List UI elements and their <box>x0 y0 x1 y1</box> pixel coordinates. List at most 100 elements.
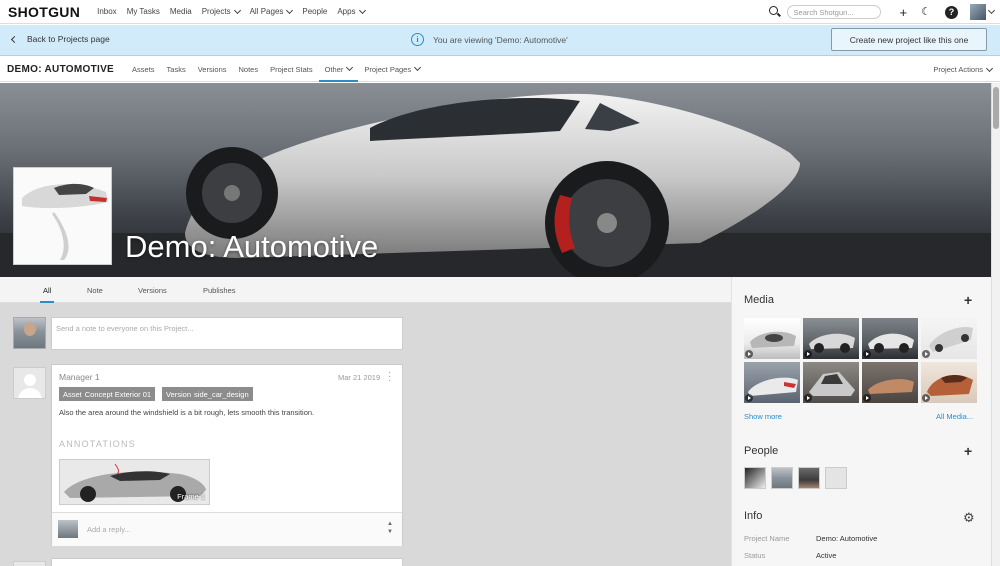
thumbnail-image <box>14 168 111 264</box>
moon-icon[interactable]: ☾ <box>921 6 931 18</box>
media-thumbnail[interactable] <box>921 318 977 359</box>
reply-resize-icon[interactable]: ▲ ▼ <box>387 520 393 536</box>
project-actions-label: Project Actions <box>933 65 983 74</box>
viewing-info-bar: Back to Projects page i You are viewing … <box>0 25 1000 56</box>
chevron-down-icon <box>414 63 422 72</box>
tag-version-prefix: Version <box>166 389 192 399</box>
play-icon[interactable] <box>745 350 753 358</box>
entity-tag-asset[interactable]: Asset Concept Exterior 01 <box>59 387 156 401</box>
current-user-avatar <box>13 317 46 349</box>
project-actions-menu[interactable]: Project Actions <box>933 57 994 82</box>
back-to-projects-link[interactable]: Back to Projects page <box>10 34 110 44</box>
media-thumbnail[interactable] <box>862 318 918 359</box>
reply-row: Add a reply... ▲ ▼ <box>52 512 402 546</box>
media-thumbnail[interactable] <box>803 362 859 403</box>
project-title: Demo: Automotive <box>125 229 379 264</box>
feed-tab-versions[interactable]: Versions <box>138 286 167 295</box>
tag-asset-prefix: Asset <box>63 389 82 399</box>
chevron-down-icon <box>233 6 241 14</box>
media-thumbnail[interactable] <box>921 362 977 403</box>
search-icon[interactable] <box>768 6 781 18</box>
reply-avatar <box>58 520 78 538</box>
info-label-status: Status <box>744 551 766 560</box>
tab-assets[interactable]: Assets <box>132 57 155 82</box>
project-nav: DEMO: AUTOMOTIVE Assets Tasks Versions N… <box>0 57 1000 82</box>
add-person-icon[interactable]: + <box>964 444 972 458</box>
next-note-avatar <box>13 561 46 566</box>
nav-media[interactable]: Media <box>170 7 192 16</box>
media-thumbnail[interactable] <box>744 362 800 403</box>
top-right-tools: Search Shotgun... + ☾ ? <box>768 3 996 21</box>
nav-projects-label: Projects <box>201 7 231 16</box>
nav-inbox[interactable]: Inbox <box>97 7 117 16</box>
all-media-link[interactable]: All Media... <box>936 412 973 421</box>
nav-all-pages[interactable]: All Pages <box>249 6 294 16</box>
tab-project-pages[interactable]: Project Pages <box>364 57 422 82</box>
tab-tasks[interactable]: Tasks <box>167 57 186 82</box>
chevron-down-icon <box>985 64 994 72</box>
more-options-icon[interactable]: · · · <box>388 368 394 386</box>
note-body: Also the area around the windshield is a… <box>59 408 315 417</box>
media-thumbnail[interactable] <box>803 318 859 359</box>
show-more-link[interactable]: Show more <box>744 412 782 421</box>
nav-people[interactable]: People <box>302 7 327 16</box>
tab-other-label: Other <box>324 64 344 74</box>
nav-apps-label: Apps <box>337 7 356 16</box>
tag-asset-value: Concept Exterior 01 <box>84 389 152 399</box>
play-icon[interactable] <box>804 350 812 358</box>
media-thumbnail[interactable] <box>862 362 918 403</box>
play-icon[interactable] <box>863 350 871 358</box>
play-icon[interactable] <box>863 394 871 402</box>
gear-icon[interactable]: ⚙ <box>963 510 975 526</box>
annotation-thumbnail[interactable]: Frame 1 <box>59 459 210 505</box>
person-avatar[interactable] <box>771 467 793 489</box>
project-thumbnail[interactable] <box>13 167 112 265</box>
people-heading: People <box>744 445 779 457</box>
chevron-down-icon <box>346 63 354 72</box>
tab-versions[interactable]: Versions <box>198 57 227 82</box>
tab-other[interactable]: Other <box>318 57 359 82</box>
play-icon[interactable] <box>745 394 753 402</box>
add-media-icon[interactable]: + <box>964 293 972 307</box>
top-nav: SHOTGUN Inbox My Tasks Media Projects Al… <box>0 0 1000 24</box>
note-composer-input[interactable]: Send a note to everyone on this Project.… <box>51 317 403 350</box>
nav-projects[interactable]: Projects <box>201 6 241 16</box>
viewing-message: i You are viewing 'Demo: Automotive' <box>411 33 568 46</box>
media-heading: Media <box>744 294 774 306</box>
feed-tab-note[interactable]: Note <box>87 286 103 295</box>
user-avatar[interactable] <box>970 4 986 20</box>
create-new-project-button[interactable]: Create new project like this one <box>831 28 987 51</box>
note-author[interactable]: Manager 1 <box>59 372 100 382</box>
tag-version-value: side_car_design <box>194 389 249 399</box>
shotgun-logo[interactable]: SHOTGUN <box>8 4 80 20</box>
play-icon[interactable] <box>922 394 930 402</box>
page-scrollbar[interactable] <box>991 83 1000 566</box>
scrollbar-thumb[interactable] <box>993 87 999 129</box>
back-label: Back to Projects page <box>27 34 110 44</box>
feed-tab-all[interactable]: All <box>39 286 55 303</box>
info-heading: Info <box>744 510 763 522</box>
info-icon: i <box>411 33 424 46</box>
person-avatar[interactable] <box>744 467 766 489</box>
chevron-down-icon[interactable] <box>987 6 996 15</box>
tab-project-stats[interactable]: Project Stats <box>270 57 313 82</box>
help-icon[interactable]: ? <box>945 5 958 19</box>
media-thumbnail[interactable] <box>744 318 800 359</box>
play-icon[interactable] <box>922 350 930 358</box>
entity-tag-version[interactable]: Version side_car_design <box>162 387 253 401</box>
plus-icon[interactable]: + <box>900 6 908 19</box>
info-value-project-name: Demo: Automotive <box>816 534 878 543</box>
nav-apps[interactable]: Apps <box>337 6 366 16</box>
reply-input[interactable]: Add a reply... <box>87 525 131 534</box>
play-icon[interactable] <box>804 394 812 402</box>
person-avatar[interactable] <box>798 467 820 489</box>
tab-notes[interactable]: Notes <box>239 57 259 82</box>
person-avatar[interactable] <box>825 467 847 489</box>
nav-all-pages-label: All Pages <box>249 7 284 16</box>
info-label-project-name: Project Name <box>744 534 790 543</box>
project-name[interactable]: DEMO: AUTOMOTIVE <box>7 64 114 75</box>
search-input[interactable]: Search Shotgun... <box>786 5 881 19</box>
search-placeholder: Search Shotgun... <box>793 7 854 17</box>
nav-my-tasks[interactable]: My Tasks <box>127 7 160 16</box>
feed-tab-publishes[interactable]: Publishes <box>203 286 236 295</box>
